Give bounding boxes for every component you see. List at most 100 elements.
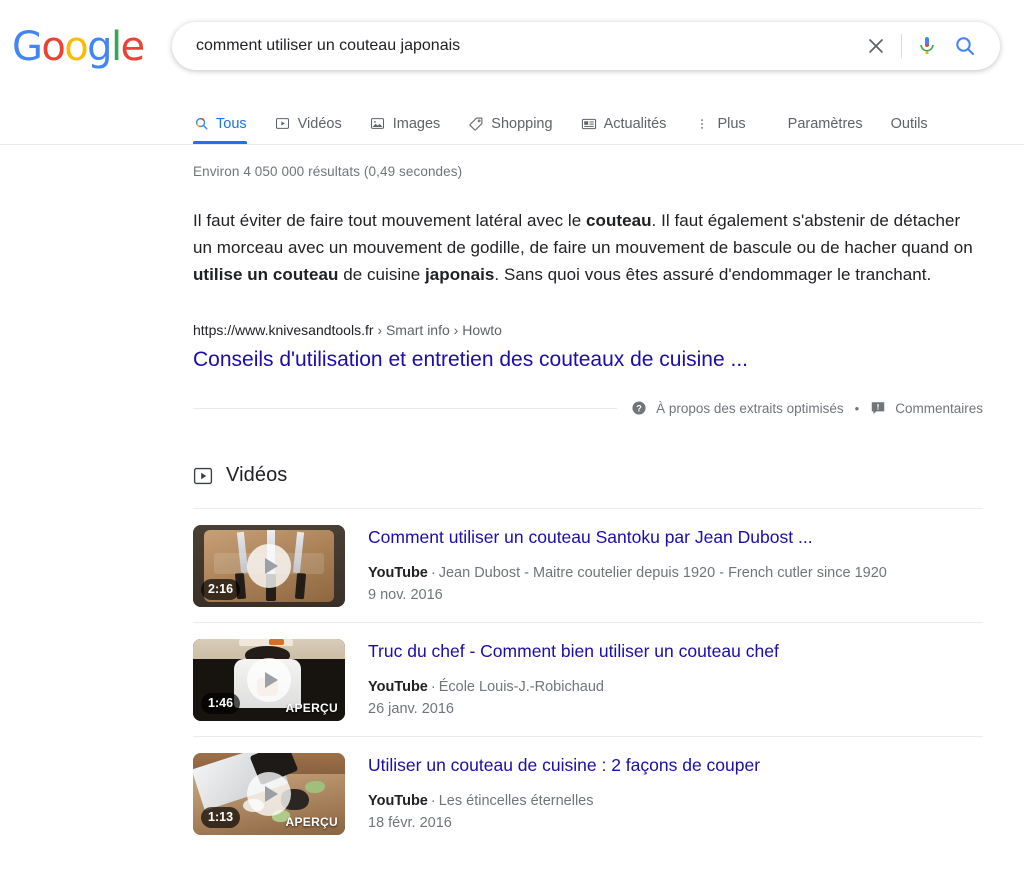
nav-parametres[interactable]: Paramètres [788,103,863,144]
video-source: YouTube [368,792,428,809]
snippet-bold-term: japonais [425,264,495,284]
more-vert-icon [694,116,710,132]
news-icon [581,116,597,132]
featured-snippet-url[interactable]: https://www.knivesandtools.fr › Smart in… [193,321,1024,339]
video-source-line: YouTube · Les étincelles éternelles [368,792,983,812]
video-channel: Jean Dubost - Maitre coutelier depuis 19… [438,564,887,581]
comments-link[interactable]: Commentaires [870,400,983,416]
svg-text:?: ? [636,404,642,414]
snippet-bold-term: couteau [586,211,652,230]
video-duration-badge: 1:46 [201,693,241,715]
video-channel: École Louis-J.-Robichaud [438,678,604,695]
nav-outils[interactable]: Outils [891,103,928,144]
search-icon [193,116,209,132]
feedback-divider [193,407,618,409]
close-icon [869,39,883,53]
video-thumbnail[interactable]: 2:16 [193,525,345,608]
page-header: Google comment utiliser un couteau japon… [0,0,1024,145]
snippet-text: . Sans quoi vous êtes assuré d'endommage… [494,264,932,284]
video-title-link[interactable]: Truc du chef - Comment bien utiliser un … [368,640,983,663]
tab-tous[interactable]: Tous [193,103,247,144]
help-circle-icon: ? [632,401,646,415]
search-input[interactable] [192,29,857,63]
snippet-text: Il faut éviter de faire tout mouvement l… [193,211,587,230]
video-source-line: YouTube · École Louis-J.-Robichaud [368,678,983,698]
play-icon[interactable] [247,772,291,817]
video-date: 9 nov. 2016 [368,587,443,604]
google-logo[interactable]: Google [12,24,145,70]
tab-plus[interactable]: Plus [694,103,746,144]
search-results-content: Environ 4 050 000 résultats (0,49 second… [0,145,1024,850]
voice-search-button[interactable] [908,27,946,65]
video-results-list: 2:16 Comment utiliser un couteau Santoku … [193,509,1024,850]
videos-section-header: Vidéos [193,464,1024,487]
logo-letter-G: G [12,24,43,70]
video-date: 26 janv. 2016 [368,701,454,718]
tab-videos[interactable]: Vidéos [275,103,342,144]
image-icon [370,116,386,132]
video-result-body: Truc du chef - Comment bien utiliser un … [345,639,983,720]
tab-label: Plus [717,115,746,132]
video-channel: Les étincelles éternelles [438,792,594,809]
video-result-item[interactable]: 2:16 Comment utiliser un couteau Santoku … [193,509,983,624]
video-source-line: YouTube · Jean Dubost - Maitre coutelier d… [368,564,983,584]
logo-letter-o1: o [41,24,65,70]
videos-section-title: Vidéos [226,464,288,487]
featured-snippet-text: Il faut éviter de faire tout mouvement l… [193,208,983,289]
logo-letter-g: g [87,24,112,70]
featured-snippet-title-link[interactable]: Conseils d'utilisation et entretien des … [193,346,1024,373]
video-thumbnail[interactable]: 1:13 APERÇU [193,753,345,836]
logo-letter-o2: o [64,24,88,70]
video-icon [275,116,291,132]
video-result-item[interactable]: 1:46 APERÇU Truc du chef - Comment bien ut… [193,623,983,738]
search-submit-button[interactable] [946,27,984,65]
microphone-icon [920,37,934,54]
video-preview-label: APERÇU [285,701,338,716]
play-icon[interactable] [247,544,291,589]
about-featured-snippets-link[interactable]: ? À propos des extraits optimisés [631,400,844,416]
video-meta-separator: · [430,564,436,581]
video-meta-separator: · [430,792,436,809]
search-nav-tabs: Tous Vidéos Images Shopping Actualités P… [0,103,1024,145]
video-result-body: Comment utiliser un couteau Santoku par … [345,525,983,606]
video-thumbnail[interactable]: 1:46 APERÇU [193,639,345,722]
video-title-link[interactable]: Utiliser un couteau de cuisine : 2 façon… [368,754,983,777]
snippet-text: de cuisine [338,264,426,284]
feedback-icon [871,402,885,415]
video-result-body: Utiliser un couteau de cuisine : 2 façon… [345,753,983,834]
tab-label: Shopping [491,115,553,132]
tag-icon [468,116,484,132]
play-icon[interactable] [247,658,291,703]
video-duration-badge: 1:13 [201,807,241,829]
tab-label: Actualités [603,115,667,132]
clear-search-button[interactable] [857,27,895,65]
tab-label: Images [392,115,441,132]
nav-parametres-label: Paramètres [787,115,863,132]
tab-label: Tous [216,115,247,132]
search-bar[interactable] [172,22,1000,70]
featured-snippet-feedback-row: ? À propos des extraits optimisés • Comm… [193,398,983,418]
nav-outils-label: Outils [890,115,928,132]
search-icon [956,37,975,56]
logo-letter-e: e [120,24,145,70]
video-source: YouTube [368,678,428,695]
tab-actualites[interactable]: Actualités [581,103,667,144]
tab-images[interactable]: Images [370,103,441,144]
video-icon [193,466,213,486]
video-meta-separator: · [430,678,436,695]
feedback-separator: • [854,400,860,416]
result-stats: Environ 4 050 000 résultats (0,49 second… [193,164,463,179]
tab-label: Vidéos [297,115,342,132]
video-source: YouTube [368,564,428,581]
tab-shopping[interactable]: Shopping [468,103,553,144]
video-title-link[interactable]: Comment utiliser un couteau Santoku par … [368,526,983,549]
url-breadcrumb: › Smart info › Howto [373,321,502,338]
video-date: 18 févr. 2016 [368,815,452,832]
search-bar-divider [901,34,902,58]
url-domain: https://www.knivesandtools.fr [193,321,374,338]
comments-label: Commentaires [895,400,983,416]
video-preview-label: APERÇU [285,815,338,830]
about-label: À propos des extraits optimisés [656,400,844,416]
snippet-bold-term: utilise un couteau [193,264,339,284]
video-result-item[interactable]: 1:13 APERÇU Utiliser un couteau de cuisine… [193,737,983,850]
